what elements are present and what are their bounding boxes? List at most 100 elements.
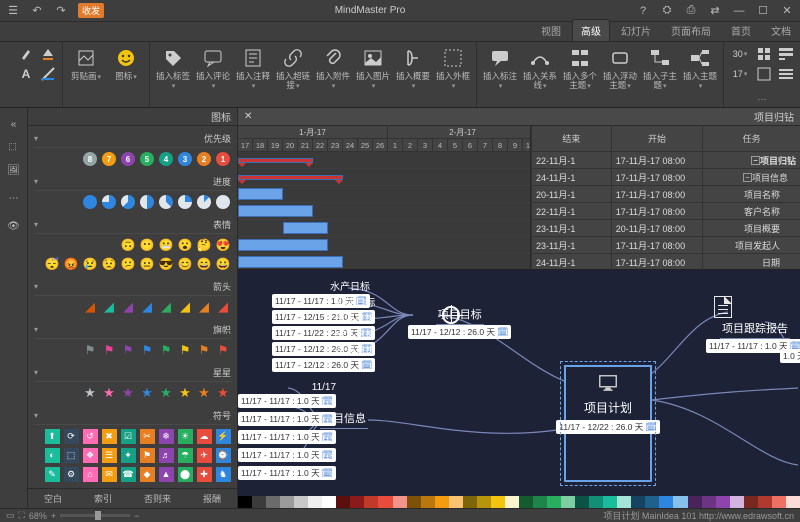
color-swatch[interactable] [463, 496, 477, 508]
ribbon-link[interactable]: 插入超链接▾ [274, 44, 312, 94]
gantt-row[interactable]: −项目信息17-11月-17 08:0024-11月-1 [531, 169, 800, 186]
ribbon-float[interactable]: 插入浮动主题▾ [601, 44, 639, 94]
gantt-row[interactable]: 日期17-11月-17 08:0024-11月-1 [531, 254, 800, 271]
iconlib-item[interactable]: 3 [177, 151, 193, 167]
color-swatch[interactable] [364, 496, 378, 508]
iconlib-item[interactable]: ⚑ [139, 342, 155, 358]
iconlib-item[interactable]: ⚑ [139, 447, 155, 463]
sb-image-icon[interactable]: 🖼 [4, 160, 24, 180]
iconlib-item[interactable]: ☁ [196, 428, 212, 444]
color-swatch[interactable] [533, 496, 547, 508]
gantt-table[interactable]: 任务 开始 结束 −项目归钻17-11月-17 08:0022-11月-1−项目… [530, 126, 800, 269]
ribbon-clip[interactable]: 剪贴画▾ [67, 44, 105, 94]
ribbon-topic[interactable]: 插入主题▾ [681, 44, 719, 94]
minimize-icon[interactable]: — [732, 4, 746, 18]
color-swatch[interactable] [477, 496, 491, 508]
color-swatch[interactable] [547, 496, 561, 508]
iconlib-item[interactable]: ★ [215, 385, 231, 401]
iconlib-item[interactable]: ✉ [101, 466, 117, 482]
iconlib-item[interactable]: ★ [82, 385, 98, 401]
tab-4[interactable]: 高级 [572, 19, 610, 41]
iconlib-item[interactable]: 5 [139, 151, 155, 167]
zoom-fit-icon[interactable]: ⛶ [19, 510, 25, 521]
gantt-row[interactable]: 项目概要20-11月-17 08:0023-11月-1 [531, 220, 800, 237]
node-center[interactable]: 项目计划 🗓11/17 - 12/22 : 26.0 天 [564, 365, 652, 482]
iconlib-item[interactable]: ❄ [158, 428, 174, 444]
ribbon-callout[interactable]: 插入标注▾ [481, 44, 519, 94]
layout-btn-2[interactable] [754, 44, 774, 64]
iconlib-item[interactable]: ◢ [139, 299, 155, 315]
tab-2[interactable]: 页面布局 [662, 19, 720, 41]
iconlib-item[interactable]: ◢ [158, 299, 174, 315]
iconlib-item[interactable]: 1 [215, 151, 231, 167]
fmt-text-icon[interactable]: A [16, 64, 36, 84]
layout-btn-4[interactable] [754, 64, 774, 84]
iconlib-item[interactable] [101, 194, 117, 210]
iconlib-item[interactable]: ⚑ [101, 342, 117, 358]
node-left1[interactable]: 项目目标 🗓11/17 - 12/12 : 26.0 天 [408, 306, 511, 339]
color-swatch[interactable] [561, 496, 575, 508]
color-swatch[interactable] [589, 496, 603, 508]
iconlib-item[interactable]: ★ [139, 385, 155, 401]
ribbon-bound[interactable]: 插入外框▾ [434, 44, 472, 94]
iconlib-item[interactable]: ❖ [82, 447, 98, 463]
iconlib-item[interactable]: ✖ [101, 428, 117, 444]
iconlib-item[interactable]: 8 [82, 151, 98, 167]
iconlib-item[interactable]: ✦ [120, 447, 136, 463]
iconlib-item[interactable]: ⌚ [215, 447, 231, 463]
layout-num2[interactable]: 17▾ [728, 64, 752, 84]
gantt-row[interactable]: −项目归钻17-11月-17 08:0022-11月-1 [531, 152, 800, 169]
help-icon[interactable]: ? [636, 4, 650, 18]
color-swatch[interactable] [673, 496, 687, 508]
iconlib-item[interactable]: ☂ [177, 447, 193, 463]
color-strip[interactable] [238, 496, 800, 508]
node-right-child[interactable]: 🗓1.0 天 [780, 348, 800, 363]
iconlib-item[interactable]: 😡 [63, 256, 79, 272]
iconlib-item[interactable]: ✚ [196, 466, 212, 482]
tab-0[interactable]: 文档 [762, 19, 800, 41]
iconlib-item[interactable]: 😐 [139, 256, 155, 272]
iconlib-item[interactable]: ◢ [101, 299, 117, 315]
iconlib-item[interactable]: ✂ [139, 428, 155, 444]
iconlib-item[interactable]: ☎ [120, 466, 136, 482]
iconlib-item[interactable]: ⚑ [158, 342, 174, 358]
iconlib-item[interactable]: 😢 [82, 256, 98, 272]
iconlib-item[interactable]: ★ [120, 385, 136, 401]
iconlib-item[interactable] [139, 194, 155, 210]
ribbon-multi[interactable]: 插入多个主题▾ [561, 44, 599, 94]
color-swatch[interactable] [772, 496, 786, 508]
print-icon[interactable]: ⎙ [684, 4, 698, 18]
iconlib-item[interactable]: ✎ [44, 466, 60, 482]
iconlib-item[interactable]: 😴 [44, 256, 60, 272]
qat-redo-icon[interactable]: ↷ [54, 4, 68, 18]
iconlib-item[interactable]: 6 [120, 151, 136, 167]
iconlib-item[interactable]: ◢ [196, 299, 212, 315]
iconlib-item[interactable]: 😕 [120, 256, 136, 272]
layout-btn-1[interactable] [776, 44, 796, 64]
tab-3[interactable]: 幻灯片 [612, 19, 660, 41]
iconlib-item[interactable]: ⚡ [215, 428, 231, 444]
maximize-icon[interactable]: ☐ [756, 4, 770, 18]
gantt-row[interactable]: 项目发起人17-11月-17 08:0023-11月-1 [531, 237, 800, 254]
sb-more-icon[interactable]: ⋯ [4, 188, 24, 208]
color-swatch[interactable] [659, 496, 673, 508]
iconlib-item[interactable] [177, 194, 193, 210]
color-swatch[interactable] [688, 496, 702, 508]
gantt-row[interactable]: 客户名称17-11月-17 08:0022-11月-1 [531, 203, 800, 220]
node-leaf[interactable]: 11/17🗓11/17 - 11/17 : 1.0 天 [238, 454, 336, 480]
iconlib-item[interactable]: ↺ [82, 428, 98, 444]
iconlib-item[interactable]: 7 [101, 151, 117, 167]
color-swatch[interactable] [603, 496, 617, 508]
color-swatch[interactable] [505, 496, 519, 508]
iconlib-item[interactable] [120, 194, 136, 210]
fmt-brush-icon[interactable] [16, 44, 36, 64]
color-swatch[interactable] [407, 496, 421, 508]
color-swatch[interactable] [449, 496, 463, 508]
iconlib-item[interactable]: ★ [101, 385, 117, 401]
qat-undo-icon[interactable]: ↶ [30, 4, 44, 18]
color-swatch[interactable] [252, 496, 266, 508]
color-swatch[interactable] [575, 496, 589, 508]
fmt-fill-icon[interactable] [38, 44, 58, 64]
zoom-out-icon[interactable]: − [134, 511, 139, 521]
layout-btn-3[interactable] [776, 64, 796, 84]
